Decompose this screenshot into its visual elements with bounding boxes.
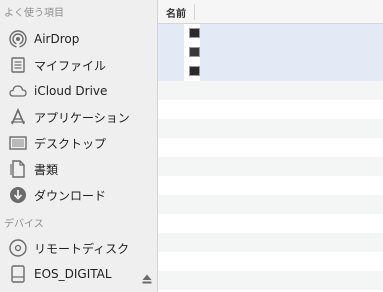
disc-icon <box>8 238 28 258</box>
image-file-icon <box>189 28 200 38</box>
drive-icon <box>8 264 28 284</box>
empty-row <box>158 233 383 252</box>
empty-row <box>158 157 383 176</box>
documents-icon <box>8 159 28 179</box>
sidebar-item-desktop[interactable]: デスクトップ <box>0 130 158 156</box>
sidebar-item-label: AirDrop <box>34 32 80 46</box>
empty-row <box>158 271 383 290</box>
sidebar-item-label: ダウンロード <box>34 188 107 203</box>
column-separator <box>194 4 195 20</box>
sidebar-item-airdrop[interactable]: AirDrop <box>0 26 158 52</box>
devices-header: デバイス <box>4 219 44 230</box>
empty-row <box>158 119 383 138</box>
column-header-name[interactable]: 名前 <box>166 5 186 20</box>
sidebar-item-remote-disc[interactable]: リモートディスク <box>0 235 158 261</box>
sidebar-item-label: EOS_DIGITAL <box>34 267 112 281</box>
empty-row <box>158 214 383 233</box>
airdrop-icon <box>8 29 28 49</box>
sidebar-item-applications[interactable]: アプリケーション <box>0 104 158 130</box>
empty-row <box>158 81 383 100</box>
sidebar-item-icloud-drive[interactable]: iCloud Drive <box>0 78 158 104</box>
sidebar-item-all-my-files[interactable]: マイファイル <box>0 52 158 78</box>
image-file-icon <box>189 47 200 57</box>
table-row[interactable] <box>158 43 383 62</box>
downloads-icon <box>8 185 28 205</box>
cloud-icon <box>8 81 28 101</box>
column-header[interactable]: 名前 <box>158 0 383 24</box>
empty-row <box>158 100 383 119</box>
sidebar: よく使う項目 AirDrop マイファイル iCloud Drive アプリケー… <box>0 0 158 292</box>
desktop-icon <box>8 133 28 153</box>
sidebar-item-eos-digital[interactable]: EOS_DIGITAL <box>0 261 158 287</box>
all-my-files-icon <box>8 55 28 75</box>
sidebar-item-downloads[interactable]: ダウンロード <box>0 182 158 208</box>
table-row[interactable] <box>158 62 383 81</box>
sidebar-item-documents[interactable]: 書類 <box>0 156 158 182</box>
eject-icon[interactable] <box>142 269 152 284</box>
sidebar-item-label: iCloud Drive <box>34 84 108 98</box>
sidebar-item-label: 書類 <box>34 162 59 177</box>
empty-row <box>158 138 383 157</box>
favorites-header: よく使う項目 <box>4 8 64 19</box>
applications-icon <box>8 107 28 127</box>
empty-row <box>158 176 383 195</box>
table-row[interactable] <box>158 24 383 43</box>
empty-row <box>158 252 383 271</box>
sidebar-item-label: デスクトップ <box>34 136 107 151</box>
sidebar-item-label: アプリケーション <box>34 110 130 125</box>
empty-row <box>158 195 383 214</box>
file-list: 名前 <box>158 0 383 292</box>
image-file-icon <box>189 66 200 76</box>
sidebar-item-label: マイファイル <box>34 58 107 73</box>
sidebar-item-label: リモートディスク <box>34 241 130 256</box>
